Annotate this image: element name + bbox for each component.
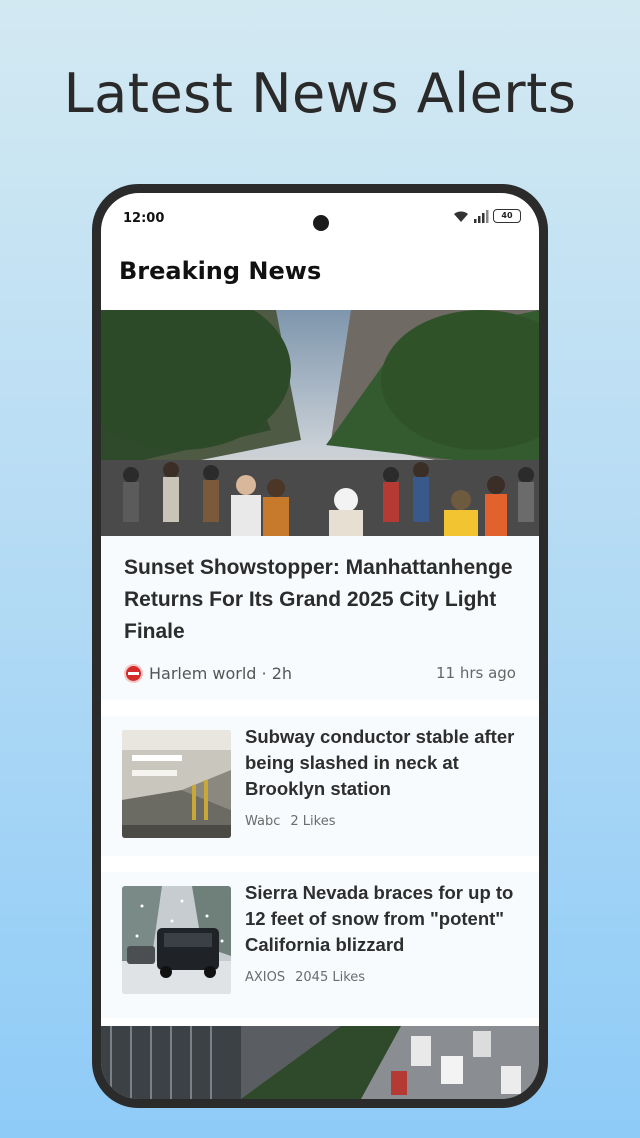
promo-title: Latest News Alerts bbox=[63, 62, 577, 125]
hero-time-ago: 11 hrs ago bbox=[435, 664, 516, 682]
article-title[interactable]: Sierra Nevada braces for up to 12 feet o… bbox=[245, 880, 523, 958]
status-time: 12:00 bbox=[123, 211, 165, 226]
hero-photo bbox=[101, 310, 539, 536]
divider bbox=[101, 700, 539, 716]
hero-meta: Harlem world · 2h 11 hrs ago bbox=[124, 662, 516, 684]
hero-card[interactable]: Sunset Showstopper: Manhattanhenge Retur… bbox=[101, 536, 539, 700]
article-likes: 2045 Likes bbox=[295, 970, 366, 985]
article-source: Wabc bbox=[245, 814, 281, 829]
status-bar: 12:00 40 bbox=[101, 193, 539, 241]
article-title[interactable]: Subway conductor stable after being slas… bbox=[245, 724, 523, 802]
hero-image[interactable] bbox=[101, 310, 539, 536]
traffic-photo bbox=[101, 1026, 539, 1099]
next-article-image[interactable] bbox=[101, 1026, 539, 1099]
battery-icon: 40 bbox=[493, 209, 521, 223]
camera-cutout bbox=[313, 215, 329, 231]
article-card[interactable]: Subway conductor stable after being slas… bbox=[101, 716, 539, 856]
article-card[interactable]: Sierra Nevada braces for up to 12 feet o… bbox=[101, 872, 539, 1018]
article-source: AXIOS bbox=[245, 970, 286, 985]
snow-photo bbox=[122, 886, 231, 994]
article-thumbnail[interactable] bbox=[122, 730, 231, 838]
status-icons: 40 bbox=[453, 209, 521, 223]
article-meta: AXIOS 2045 Likes bbox=[245, 970, 365, 985]
phone-frame: 12:00 40 Breaking News Sunset Showstoppe… bbox=[92, 184, 548, 1108]
article-likes: 2 Likes bbox=[290, 814, 336, 829]
divider bbox=[101, 856, 539, 872]
app-header-title: Breaking News bbox=[119, 257, 322, 285]
article-thumbnail[interactable] bbox=[122, 886, 231, 994]
hero-title[interactable]: Sunset Showstopper: Manhattanhenge Retur… bbox=[124, 552, 524, 648]
article-meta: Wabc 2 Likes bbox=[245, 814, 335, 829]
source-logo-icon bbox=[124, 663, 143, 683]
wifi-icon bbox=[454, 210, 468, 222]
hero-source: Harlem world · 2h bbox=[149, 663, 293, 683]
subway-photo bbox=[122, 730, 231, 838]
signal-icon bbox=[474, 209, 489, 223]
phone-screen: 12:00 40 Breaking News Sunset Showstoppe… bbox=[101, 193, 539, 1099]
